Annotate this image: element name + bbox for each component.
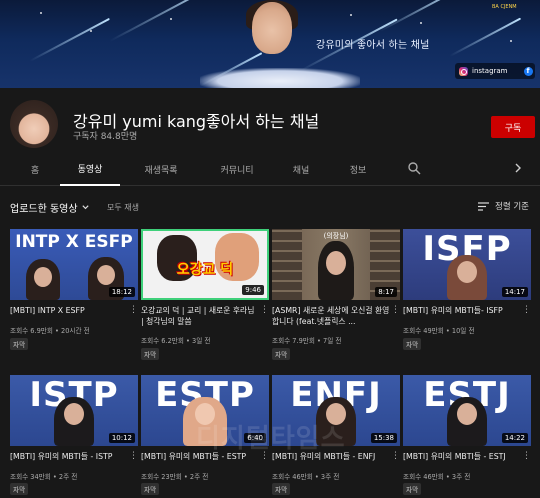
caption-badge: 자막 [10,338,29,350]
banner-star [170,18,172,20]
watermark: 디지털타임스 [196,424,346,454]
video-thumbnail[interactable]: INTP X ESFP 18:12 [10,229,138,300]
video-meta: 조회수 7.9만회 • 7일 전 [272,337,342,345]
play-all-link[interactable]: 모두 재생 [107,202,139,213]
uploads-dropdown[interactable]: 업로드한 동영상 [10,200,90,215]
video-duration: 15:38 [370,433,397,443]
thumbnail-face [457,403,477,425]
thumbnail-face [64,403,84,425]
video-thumbnail[interactable]: ISFP 14:17 [403,229,531,300]
video-meta: 조회수 46만회 • 3주 전 [403,473,471,481]
channel-banner: 강유미의 좋아서 하는 채널 BA CJENM instagram f [0,0,540,88]
caption-badge: 자막 [141,483,160,495]
subscriber-count: 구독자 84.8만명 [73,132,138,142]
banner-title: 강유미의 좋아서 하는 채널 [316,40,430,51]
chevron-down-icon [81,205,89,210]
video-meta: 조회수 6.2만회 • 3일 전 [141,337,211,345]
video-meta: 조회수 46만회 • 3주 전 [272,473,340,481]
video-meta: 조회수 6.9만회 • 20시간 전 [10,327,90,335]
thumbnail-face [457,261,477,283]
video-thumbnail[interactable]: ISTP 10:12 [10,375,138,446]
video-thumbnail[interactable]: (의장님) 8:17 [272,229,400,300]
video-card[interactable]: ISTP 10:12 [MBTI] 유미의 MBTI들 - ISTP ⋮ 조회수… [10,375,138,495]
facebook-icon[interactable]: f [523,66,533,76]
caption-badge: 자막 [272,483,291,495]
video-card[interactable]: ISFP 14:17 [MBTI] 유미의 MBTI들- ISFP ⋮ 조회수 … [403,229,531,359]
tab-playlists[interactable]: 재생목록 [132,152,190,186]
video-duration: 10:12 [108,433,135,443]
banner-star [40,12,42,14]
video-title[interactable]: 오강교의 덕 | 교리 | 새로운 후라님 | 청각님의 말씀 [141,305,259,327]
thumbnail-face [326,251,346,275]
banner-streak [449,17,522,57]
tab-channels[interactable]: 채널 [283,152,319,186]
caption-badge: 자막 [403,338,422,350]
banner-star [350,14,352,16]
video-card[interactable]: ESTJ 14:22 [MBTI] 유미의 MBTI들 - ESTJ ⋮ 조회수… [403,375,531,495]
video-meta: 조회수 49만회 • 10일 전 [403,327,475,335]
banner-streak [379,0,460,32]
banner-streak [29,17,110,62]
caption-badge: 자막 [10,483,29,495]
more-options-icon[interactable]: ⋮ [129,305,138,315]
video-title[interactable]: [MBTI] 유미의 MBTI들 - ISTP [10,451,128,462]
caption-badge: 자막 [141,348,160,360]
video-card[interactable]: 오강교 덕 9:46 오강교의 덕 | 교리 | 새로운 후라님 | 청각님의 … [141,229,269,360]
instagram-link[interactable]: instagram [472,67,508,75]
video-meta: 조회수 34만회 • 2주 전 [10,473,78,481]
thumbnail-face [97,265,115,285]
video-title[interactable]: [MBTI] INTP X ESFP [10,305,128,316]
video-title[interactable]: [MBTI] 유미의 MBTI들- ISFP [403,305,521,316]
thumbnail-text: 오강교 덕 [176,262,234,278]
thumbnail-text: INTP X ESFP [15,232,133,252]
more-options-icon[interactable]: ⋮ [391,451,400,461]
video-meta: 조회수 23만회 • 2주 전 [141,473,209,481]
more-options-icon[interactable]: ⋮ [522,451,531,461]
banner-cloud [200,68,360,88]
social-links: instagram f [455,63,535,79]
video-duration: 8:17 [375,287,397,297]
more-options-icon[interactable]: ⋮ [522,305,531,315]
more-options-icon[interactable]: ⋮ [129,451,138,461]
video-duration: 9:46 [242,285,264,295]
chevron-right-icon[interactable] [511,161,525,175]
banner-logos: BA CJENM [492,4,517,10]
sort-icon [478,201,489,211]
more-options-icon[interactable]: ⋮ [260,305,269,315]
caption-badge: 자막 [272,348,291,360]
video-thumbnail[interactable]: ESTJ 14:22 [403,375,531,446]
tab-home[interactable]: 홈 [20,152,50,186]
more-options-icon[interactable]: ⋮ [391,305,400,315]
banner-portrait [252,2,292,54]
uploads-title: 업로드한 동영상 [10,204,78,215]
channel-tabs: 홈 동영상 재생목록 커뮤니티 채널 정보 [0,152,540,186]
thumbnail-text: (의장님) [323,232,349,240]
tab-community[interactable]: 커뮤니티 [205,152,269,186]
video-card[interactable]: INTP X ESFP 18:12 [MBTI] INTP X ESFP ⋮ 조… [10,229,138,359]
video-duration: 18:12 [108,287,135,297]
tab-about[interactable]: 정보 [340,152,376,186]
banner-star [510,40,512,42]
subscribe-button[interactable]: 구독 [491,116,535,138]
instagram-icon[interactable] [459,66,468,76]
banner-star [420,22,422,24]
sort-label: 정렬 기준 [495,202,529,212]
video-thumbnail[interactable]: 오강교 덕 9:46 [141,229,269,300]
banner-star [90,30,92,32]
video-title[interactable]: [ASMR] 새로운 세상에 오신걸 환영합니다 (feat.넷플릭스 ... [272,305,390,327]
caption-badge: 자막 [403,483,422,495]
video-title[interactable]: [MBTI] 유미의 MBTI들 - ESTJ [403,451,521,462]
search-icon[interactable] [407,161,421,175]
banner-streak [109,0,217,42]
sort-button[interactable]: 정렬 기준 [478,200,529,212]
video-duration: 14:22 [501,433,528,443]
video-card[interactable]: (의장님) 8:17 [ASMR] 새로운 세상에 오신걸 환영합니다 (fea… [272,229,400,360]
video-duration: 14:17 [501,287,528,297]
channel-avatar[interactable] [10,100,58,148]
tab-videos[interactable]: 동영상 [60,152,120,186]
thumbnail-face [34,267,52,287]
